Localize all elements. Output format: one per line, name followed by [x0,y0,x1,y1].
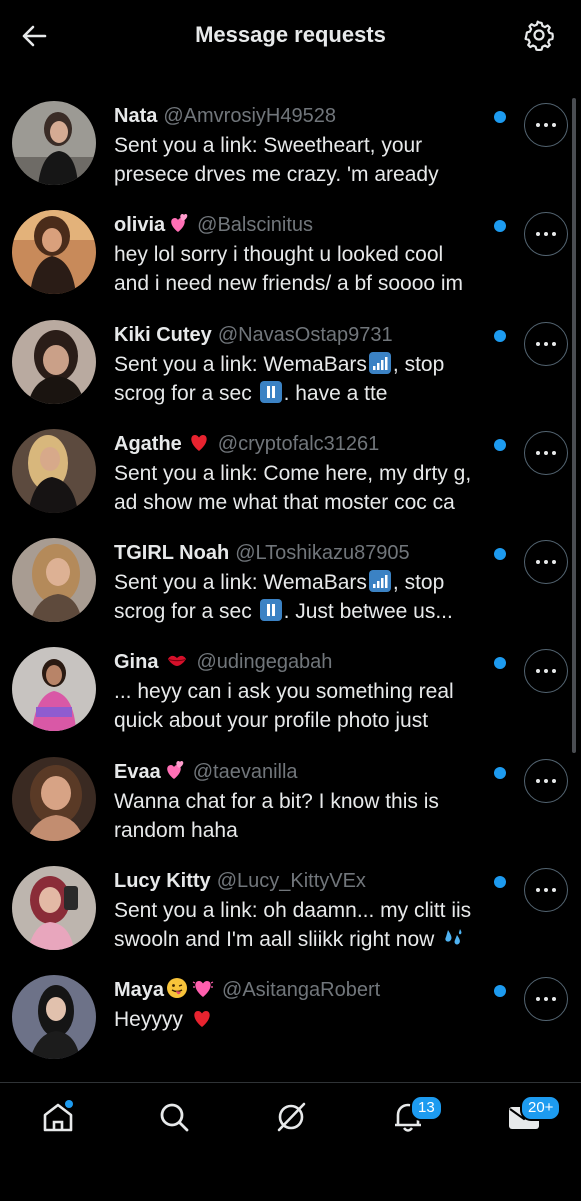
sweat-droplets-icon [445,929,462,945]
search-icon[interactable] [154,1097,194,1137]
sender-handle: @Balscinitus [197,214,314,237]
unread-dot [494,329,506,342]
message-request-list: Nata @AmvrosiyH49528 Sent you a link: Swe… [0,97,581,1081]
sender-name: Nata [114,105,158,127]
more-icon[interactable] [524,540,568,585]
message-preview: ... heyy can i ask you something real qu… [114,680,454,733]
sender-name: TGIRL Noah [114,542,230,565]
message-request-row[interactable]: Nata @AmvrosiyH49528 Sent you a link: Swe… [0,97,581,206]
more-icon[interactable] [524,977,568,1022]
red-heart-icon [194,1011,210,1028]
two-hearts-icon [166,760,184,779]
more-icon[interactable] [524,430,568,475]
avatar[interactable] [12,756,96,841]
sender-handle: @Lucy_KittyVEx [216,870,366,893]
unread-dot [494,438,506,451]
red-heart-icon [191,434,207,451]
unread-dot [494,657,506,670]
more-icon[interactable] [524,758,568,803]
signal-bars-icon [368,351,391,374]
unread-dot [494,766,506,779]
sender-handle: @AmvrosiyH49528 [163,105,336,127]
message-request-row[interactable]: Lucy Kitty @Lucy_KittyVEx Sent you a link… [0,862,581,971]
sender-handle: @LToshikazu87905 [235,542,410,565]
more-icon[interactable] [524,868,568,913]
gear-icon[interactable] [523,19,555,51]
message-request-row[interactable]: Agathe @cryptofalc31261 Sent you a link: … [0,425,581,534]
scrollbar[interactable] [572,98,576,753]
home-icon[interactable] [38,1097,78,1137]
message-request-row[interactable]: TGIRL Noah @LToshikazu87905 Sent you a li… [0,534,581,643]
more-icon[interactable] [524,321,568,366]
sender-name: Gina [114,651,159,674]
message-preview: Heyyyy [114,1005,504,1034]
sender-name: Evaa [114,760,161,783]
grok-icon[interactable] [271,1097,311,1137]
unread-dot [494,220,506,233]
message-request-row[interactable]: olivia @Balscinitus hey lol sorry i thoug… [0,206,581,315]
unread-dot [494,876,506,889]
sender-handle: @udingegabah [196,651,333,674]
sender-handle: @AsitangaRobert [222,979,381,1002]
message-request-row[interactable]: Kiki Cutey @NavasOstap9731 Sent you a lin… [0,316,581,425]
sender-handle: @cryptofalc31261 [217,432,380,455]
top-bar: Message requests [0,0,581,72]
message-request-row[interactable]: Evaa @taevanilla Wanna chat for a bit? I … [0,753,581,862]
avatar[interactable] [12,866,96,951]
more-icon[interactable] [524,103,568,147]
pause-button-icon [259,380,282,403]
tongue-face-icon [167,978,188,999]
sender-handle: @taevanilla [192,760,298,783]
message-request-row[interactable]: Maya @AsitangaRobert Heyyyy [0,971,581,1080]
beating-heart-icon [192,981,214,998]
sender-name: Lucy Kitty [114,870,211,893]
more-icon[interactable] [524,212,568,257]
notifications-badge: 13 [410,1095,443,1121]
message-preview: Sent you a link: Sweetheart, your presec… [114,134,439,186]
more-icon[interactable] [524,649,568,694]
avatar[interactable] [12,101,96,185]
sender-name: Kiki Cutey [114,323,212,346]
avatar[interactable] [12,319,96,404]
page-title: Message requests [195,22,386,47]
avatar[interactable] [12,210,96,295]
message-request-row[interactable]: Gina @udingegabah ... heyy can i ask you … [0,643,581,752]
message-preview: Sent you a link: WemaBars, stop scrog fo… [114,570,453,624]
message-preview: Wanna chat for a bit? I know this is ran… [114,789,439,842]
message-preview: Sent you a link: Come here, my drty g, a… [114,461,472,514]
message-preview: Sent you a link: WemaBars, stop scrog fo… [114,351,445,405]
avatar[interactable] [12,428,96,513]
sender-name: Maya [114,979,165,1002]
signal-bars-icon [368,570,391,593]
pause-button-icon [259,599,282,622]
messages-badge: 20+ [520,1095,562,1121]
message-preview: hey lol sorry i thought u looked cool an… [114,243,464,296]
message-preview: Sent you a link: oh daamn... my clitt ii… [114,899,472,952]
avatar[interactable] [12,975,96,1060]
sender-name: olivia [114,214,166,237]
unread-dot [494,111,506,123]
unread-dot [494,985,506,998]
avatar[interactable] [12,538,96,623]
sender-name: Agathe [114,432,182,455]
two-hearts-icon [171,214,188,233]
back-arrow-icon[interactable] [18,20,50,52]
sender-handle: @NavasOstap9731 [217,323,393,346]
bottom-tab-bar: 13 20+ [0,1082,581,1201]
avatar[interactable] [12,647,96,732]
kiss-mark-icon [168,656,187,667]
unread-dot [494,548,506,561]
